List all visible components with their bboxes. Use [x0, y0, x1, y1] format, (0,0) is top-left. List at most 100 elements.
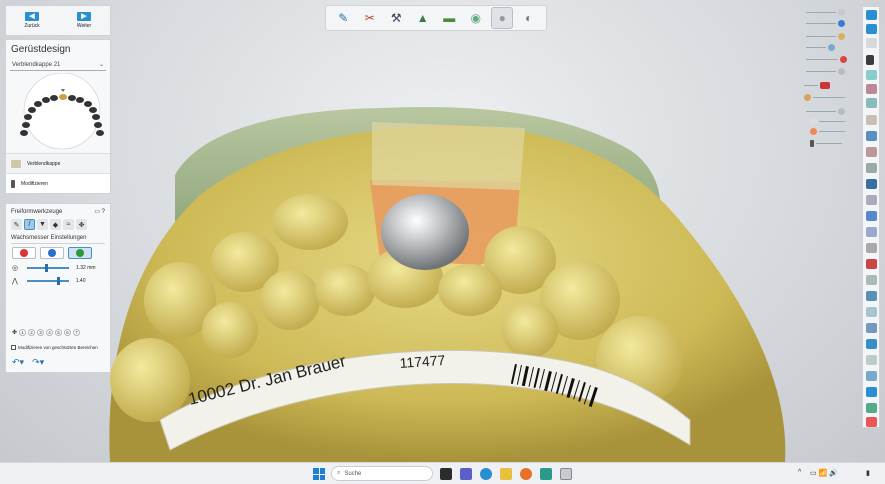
add-material-button[interactable] — [12, 247, 36, 259]
grid-icon[interactable] — [866, 179, 877, 189]
fit-view-icon[interactable] — [866, 24, 877, 34]
model-label-line2: 117477 — [399, 352, 446, 371]
preset-5[interactable]: 5 — [55, 329, 63, 336]
item-select-value: Verblendkappe 21 — [12, 61, 61, 68]
color-map-icon[interactable] — [866, 259, 877, 269]
metal-sphere-icon[interactable]: ◐ — [518, 7, 540, 29]
occlusion-icon[interactable] — [866, 211, 877, 221]
profile-icon[interactable] — [866, 227, 877, 237]
visibility-row[interactable] — [806, 9, 845, 16]
3d-viewport[interactable]: 10002 Dr. Jan Brauer 117477 — [0, 0, 885, 462]
radius-slider[interactable] — [27, 263, 70, 272]
panel-options-icon[interactable]: ▭ ? — [94, 208, 105, 215]
video-icon[interactable] — [866, 55, 874, 65]
mesh-icon[interactable] — [866, 98, 877, 108]
protected-areas-checkbox[interactable]: Modifizieren von geschützten Bereichen — [11, 345, 98, 350]
checkbox[interactable] — [11, 345, 16, 350]
chat-icon[interactable] — [460, 468, 472, 480]
remove-material-button[interactable] — [40, 247, 64, 259]
light-icon[interactable] — [866, 339, 877, 349]
visibility-row[interactable] — [806, 20, 845, 27]
preset-4[interactable]: 4 — [46, 329, 54, 336]
clip-icon[interactable] — [866, 163, 877, 173]
windows-start-icon[interactable] — [313, 468, 325, 480]
settings-icon[interactable] — [866, 417, 877, 427]
task-view-icon[interactable] — [440, 468, 452, 480]
visibility-row[interactable] — [810, 140, 842, 147]
item-select[interactable]: Verblendkappe 21 ⌄ — [10, 59, 106, 71]
file-explorer-icon[interactable] — [500, 468, 512, 480]
smooth-tool-icon[interactable]: ≈ — [63, 219, 74, 230]
shape-tool-icon[interactable]: ◆ — [50, 219, 61, 230]
preset-3[interactable]: 3 — [37, 329, 45, 336]
taskbar-search[interactable]: ⌕ Suche — [331, 466, 433, 481]
panel-title: Gerüstdesign — [11, 44, 71, 55]
sphere-icon[interactable]: ● — [491, 7, 514, 29]
model-view-icon[interactable] — [866, 307, 877, 317]
texture-icon[interactable] — [866, 243, 877, 253]
visibility-row[interactable] — [806, 68, 845, 75]
view-icon[interactable] — [866, 10, 877, 20]
step-modify[interactable]: Modifizieren — [6, 173, 110, 193]
brush-icon[interactable]: ✎ — [332, 7, 354, 29]
wax-knife-icon[interactable]: ⚒ — [385, 7, 407, 29]
dental-app-icon[interactable] — [560, 468, 572, 480]
mode-selector — [6, 247, 110, 259]
cap-icon[interactable]: ◉ — [465, 7, 487, 29]
smooth-material-button[interactable] — [68, 247, 92, 259]
section-icon[interactable] — [866, 147, 877, 157]
firefox-icon[interactable] — [520, 468, 532, 480]
strength-slider[interactable] — [26, 276, 69, 285]
tooth — [438, 264, 502, 316]
layers-icon[interactable] — [866, 84, 877, 94]
visibility-row[interactable] — [804, 82, 830, 89]
visibility-row[interactable] — [806, 108, 845, 115]
measure-icon[interactable] — [866, 131, 877, 141]
browser-icon[interactable] — [480, 468, 492, 480]
strength-slider-knob[interactable] — [56, 276, 60, 285]
app-icon[interactable] — [540, 468, 552, 480]
visibility-row[interactable] — [806, 56, 847, 63]
crown-shape-icon[interactable]: ▲ — [412, 7, 434, 29]
tooth — [202, 302, 258, 358]
tray-icons[interactable]: ▭ 📶 🔊 — [810, 469, 838, 477]
preset-1[interactable]: 1 — [19, 329, 27, 336]
visibility-icon — [838, 20, 845, 27]
align-icon[interactable] — [866, 70, 877, 80]
next-button[interactable]: ▶ Weiter — [58, 6, 110, 35]
wax-knife-tool-icon[interactable]: / — [24, 219, 35, 230]
back-button[interactable]: ◀ Zurück — [6, 6, 58, 35]
undo-icon[interactable]: ↶▾ — [12, 357, 24, 368]
visibility-row[interactable] — [806, 44, 835, 51]
morph-tool-icon[interactable]: ✥ — [76, 219, 87, 230]
jaw-icon[interactable] — [866, 115, 877, 125]
tray-chevron-icon[interactable]: ^ — [798, 469, 801, 476]
preset-7[interactable]: 7 — [73, 329, 81, 336]
articulator-icon[interactable] — [866, 195, 877, 205]
visibility-row[interactable] — [804, 94, 845, 101]
visibility-row[interactable] — [806, 33, 845, 40]
visibility-row[interactable] — [810, 118, 845, 125]
scissors-icon[interactable]: ✂ — [359, 7, 381, 29]
crosssection-icon[interactable] — [866, 355, 877, 365]
redo-icon[interactable]: ↷▾ — [32, 357, 44, 368]
notification-icon[interactable]: ▮ — [866, 469, 870, 477]
preset-6[interactable]: 6 — [64, 329, 72, 336]
drop-tool-icon[interactable]: ▼ — [37, 219, 48, 230]
radius-slider-knob[interactable] — [45, 263, 49, 272]
brush-tool-icon[interactable]: ✎ — [11, 219, 22, 230]
compare-icon[interactable] — [866, 323, 877, 333]
visibility-icon — [838, 33, 845, 40]
dental-model-render: 10002 Dr. Jan Brauer 117477 — [109, 106, 786, 462]
tooth-overview[interactable] — [6, 72, 110, 153]
transparency-icon[interactable] — [866, 275, 877, 285]
preset-2[interactable]: 2 — [28, 329, 36, 336]
camera-icon[interactable] — [866, 38, 877, 48]
scan-icon[interactable] — [866, 291, 877, 301]
export-icon[interactable] — [866, 371, 877, 381]
screenshot-icon[interactable] — [866, 387, 877, 397]
visibility-row[interactable] — [810, 128, 845, 135]
step-coping[interactable]: Verblendkappe — [6, 153, 110, 173]
model-icon[interactable]: ▬ — [438, 7, 460, 29]
image-icon[interactable] — [866, 403, 877, 413]
